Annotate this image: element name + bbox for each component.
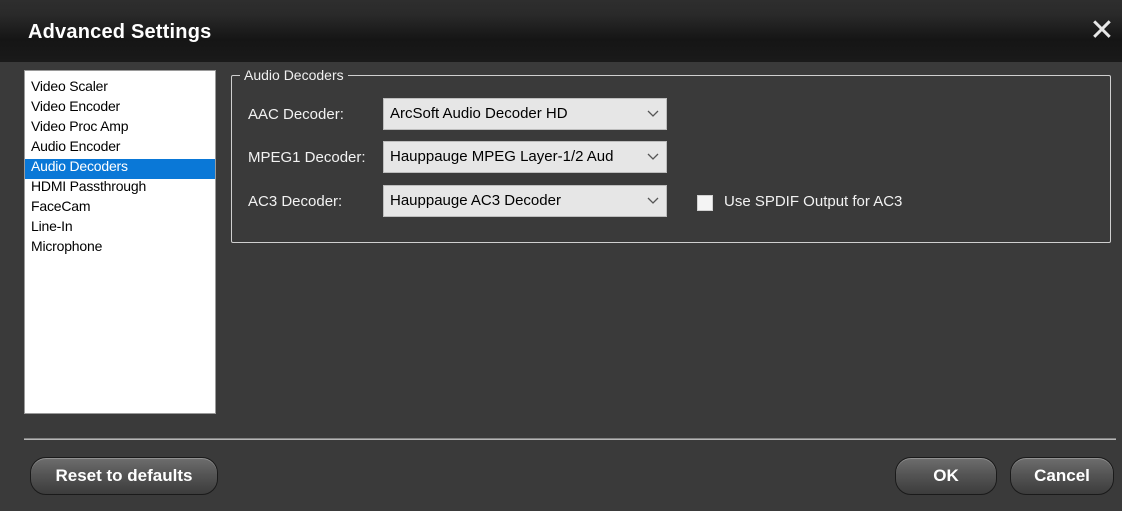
close-icon[interactable]: ✕: [1085, 14, 1119, 48]
sidebar-item-video-scaler[interactable]: Video Scaler: [25, 79, 215, 99]
mpeg1-decoder-select[interactable]: Hauppauge MPEG Layer-1/2 Aud: [383, 141, 667, 173]
chevron-down-icon: [646, 186, 660, 216]
chevron-down-icon: [646, 99, 660, 129]
ac3-decoder-value: Hauppauge AC3 Decoder: [390, 192, 561, 209]
sidebar-item-audio-decoders[interactable]: Audio Decoders: [25, 159, 215, 179]
aac-decoder-label: AAC Decoder:: [248, 106, 344, 123]
window-title: Advanced Settings: [28, 21, 212, 43]
ac3-decoder-label: AC3 Decoder:: [248, 193, 343, 210]
aac-decoder-value: ArcSoft Audio Decoder HD: [390, 105, 568, 122]
spdif-output-checkbox[interactable]: [697, 195, 713, 211]
group-title: Audio Decoders: [240, 67, 348, 83]
sidebar-item-hdmi-passthrough[interactable]: HDMI Passthrough: [25, 179, 215, 199]
footer-divider: [24, 438, 1116, 440]
sidebar-item-audio-encoder[interactable]: Audio Encoder: [25, 139, 215, 159]
sidebar-item-line-in[interactable]: Line-In: [25, 219, 215, 239]
title-bar: Advanced Settings ✕: [0, 0, 1122, 62]
sidebar-item-facecam[interactable]: FaceCam: [25, 199, 215, 219]
settings-category-list[interactable]: Video Scaler Video Encoder Video Proc Am…: [24, 70, 216, 414]
mpeg1-decoder-label: MPEG1 Decoder:: [248, 149, 366, 166]
spdif-output-label[interactable]: Use SPDIF Output for AC3: [724, 193, 902, 210]
ac3-decoder-select[interactable]: Hauppauge AC3 Decoder: [383, 185, 667, 217]
sidebar-item-microphone[interactable]: Microphone: [25, 239, 215, 259]
sidebar-item-video-encoder[interactable]: Video Encoder: [25, 99, 215, 119]
chevron-down-icon: [646, 142, 660, 172]
mpeg1-decoder-value: Hauppauge MPEG Layer-1/2 Aud: [390, 148, 614, 165]
cancel-button[interactable]: Cancel: [1010, 457, 1114, 495]
ok-button[interactable]: OK: [895, 457, 997, 495]
sidebar-item-video-proc-amp[interactable]: Video Proc Amp: [25, 119, 215, 139]
reset-to-defaults-button[interactable]: Reset to defaults: [30, 457, 218, 495]
aac-decoder-select[interactable]: ArcSoft Audio Decoder HD: [383, 98, 667, 130]
